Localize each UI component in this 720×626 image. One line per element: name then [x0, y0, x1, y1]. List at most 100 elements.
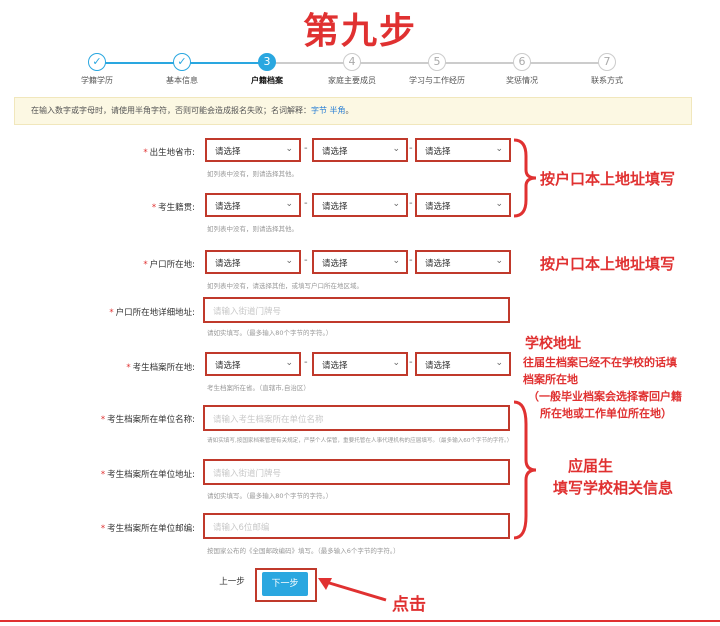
annotation-hukou-address: 按户口本上地址填写: [540, 170, 676, 188]
step-number: 6: [513, 53, 531, 71]
birthplace-county-select[interactable]: 请选择 ⌄: [415, 138, 511, 162]
select-value: 请选择: [425, 202, 451, 212]
native-county-select[interactable]: 请选择 ⌄: [415, 193, 511, 217]
archive-province-select[interactable]: 请选择 ⌄: [205, 352, 301, 376]
annotation-fill-school-info: 填写学校相关信息: [553, 479, 674, 497]
link-halfwidth[interactable]: 半角: [330, 106, 346, 115]
chevron-down-icon: ⌄: [495, 144, 503, 154]
birthplace-label: * 出生地省市:: [0, 146, 195, 158]
required-mark: *: [151, 203, 157, 213]
required-mark: *: [100, 470, 106, 480]
required-mark: *: [143, 148, 148, 158]
archive-unit-addr-hint: 请如实填写。（最多输入80个字节的字符。）: [207, 492, 333, 500]
archive-unit-zip-label-text: 考生档案所在单位邮编:: [107, 524, 195, 534]
step-number: 3: [258, 53, 276, 71]
prev-button[interactable]: 上一步: [212, 572, 252, 592]
step-7: 7 联系方式: [567, 53, 647, 86]
native-place-hint: 如列表中没有，则请选择其他。: [207, 225, 298, 233]
divider: [0, 620, 720, 622]
step-4: 4 家庭主要成员: [312, 53, 392, 86]
annotation-click: 点击: [392, 595, 426, 615]
next-button[interactable]: 下一步: [262, 572, 308, 596]
separator: -: [304, 255, 308, 266]
archive-unit-name-input[interactable]: 请输入考生档案所在单位名称: [203, 405, 510, 431]
native-province-select[interactable]: 请选择 ⌄: [205, 193, 301, 217]
page-heading: 第九步: [302, 11, 417, 52]
arrow-icon: [318, 578, 387, 602]
archive-city-select[interactable]: 请选择 ⌄: [312, 352, 408, 376]
archive-loc-label: * 考生档案所在地:: [0, 361, 195, 373]
brace-icon: [513, 138, 537, 218]
archive-unit-zip-label: * 考生档案所在单位邮编:: [0, 522, 195, 534]
hukou-detail-label: * 户口所在地详细地址:: [0, 306, 195, 318]
notice-end: 。: [345, 106, 354, 115]
select-value: 请选择: [215, 259, 241, 269]
separator: -: [409, 255, 413, 266]
progress-steps: ✓ 学籍学历 ✓ 基本信息 3 户籍档案 4 家庭主要成员 5 学习与工作经历 …: [50, 50, 660, 94]
archive-county-select[interactable]: 请选择 ⌄: [415, 352, 511, 376]
hukou-detail-label-text: 户口所在地详细地址:: [115, 308, 195, 318]
step-number: 7: [598, 53, 616, 71]
annotation-archive-note-4: 所在地或工作单位所在地）: [540, 407, 672, 420]
birthplace-city-select[interactable]: 请选择 ⌄: [312, 138, 408, 162]
archive-unit-addr-label: * 考生档案所在单位地址:: [0, 468, 195, 480]
select-value: 请选择: [425, 361, 451, 371]
archive-loc-hint: 考生档案所在省。（直辖市,自治区）: [207, 384, 310, 392]
hukou-hint: 如列表中没有，请选择其他，或填写户口所在地区域。: [207, 282, 363, 290]
required-mark: *: [126, 363, 131, 373]
archive-unit-name-label-text: 考生档案所在单位名称:: [107, 415, 195, 425]
select-value: 请选择: [425, 147, 451, 157]
archive-unit-zip-input[interactable]: 请输入6位邮编: [203, 513, 510, 539]
separator: -: [409, 357, 413, 368]
step-number: 4: [343, 53, 361, 71]
step-label: 学籍学历: [81, 76, 113, 85]
required-mark: *: [100, 415, 106, 425]
archive-loc-label-text: 考生档案所在地:: [132, 363, 195, 373]
step-label: 奖惩情况: [506, 76, 538, 85]
birthplace-province-select[interactable]: 请选择 ⌄: [205, 138, 301, 162]
chevron-down-icon: ⌄: [495, 256, 503, 266]
hukou-label-text: 户口所在地:: [149, 260, 195, 270]
annotation-school-address: 学校地址: [525, 336, 581, 352]
native-city-select[interactable]: 请选择 ⌄: [312, 193, 408, 217]
check-icon: ✓: [173, 53, 191, 71]
chevron-down-icon: ⌄: [495, 358, 503, 368]
step-label: 学习与工作经历: [409, 76, 465, 85]
link-byte[interactable]: 字节: [311, 106, 327, 115]
annotation-fresh-grad: 应届生: [568, 457, 614, 475]
step-label: 家庭主要成员: [328, 76, 376, 85]
chevron-down-icon: ⌄: [285, 199, 293, 209]
hukou-city-select[interactable]: 请选择 ⌄: [312, 250, 408, 274]
chevron-down-icon: ⌄: [495, 199, 503, 209]
step-label: 联系方式: [591, 76, 623, 85]
select-value: 请选择: [215, 202, 241, 212]
step-3-current[interactable]: 3 户籍档案: [227, 53, 307, 86]
chevron-down-icon: ⌄: [392, 256, 400, 266]
step-2[interactable]: ✓ 基本信息: [142, 53, 222, 86]
chevron-down-icon: ⌄: [392, 199, 400, 209]
brace-icon: [513, 400, 537, 540]
annotation-archive-note-2: 档案所在地: [523, 373, 578, 386]
select-value: 请选择: [322, 259, 348, 269]
archive-unit-addr-label-text: 考生档案所在单位地址:: [107, 470, 195, 480]
select-value: 请选择: [322, 202, 348, 212]
notice-bar: 在输入数字或字母时，请使用半角字符，否则可能会造成报名失败；名词解释：字节 半角…: [14, 97, 692, 125]
separator: -: [304, 357, 308, 368]
hukou-province-select[interactable]: 请选择 ⌄: [205, 250, 301, 274]
hukou-detail-input[interactable]: 请输入街道门牌号: [203, 297, 510, 323]
required-mark: *: [109, 308, 114, 318]
step-6: 6 奖惩情况: [482, 53, 562, 86]
separator: -: [304, 143, 308, 154]
step-1[interactable]: ✓ 学籍学历: [57, 53, 137, 86]
native-place-label: * 考生籍贯:: [0, 201, 195, 213]
check-icon: ✓: [88, 53, 106, 71]
birthplace-label-text: 出生地省市:: [149, 148, 195, 158]
annotation-archive-note-1: 往届生档案已经不在学校的话填: [523, 356, 677, 369]
select-value: 请选择: [215, 361, 241, 371]
archive-unit-name-label: * 考生档案所在单位名称:: [0, 413, 195, 425]
archive-unit-addr-input[interactable]: 请输入街道门牌号: [203, 459, 510, 485]
hukou-county-select[interactable]: 请选择 ⌄: [415, 250, 511, 274]
chevron-down-icon: ⌄: [285, 144, 293, 154]
step-number: 5: [428, 53, 446, 71]
chevron-down-icon: ⌄: [392, 144, 400, 154]
